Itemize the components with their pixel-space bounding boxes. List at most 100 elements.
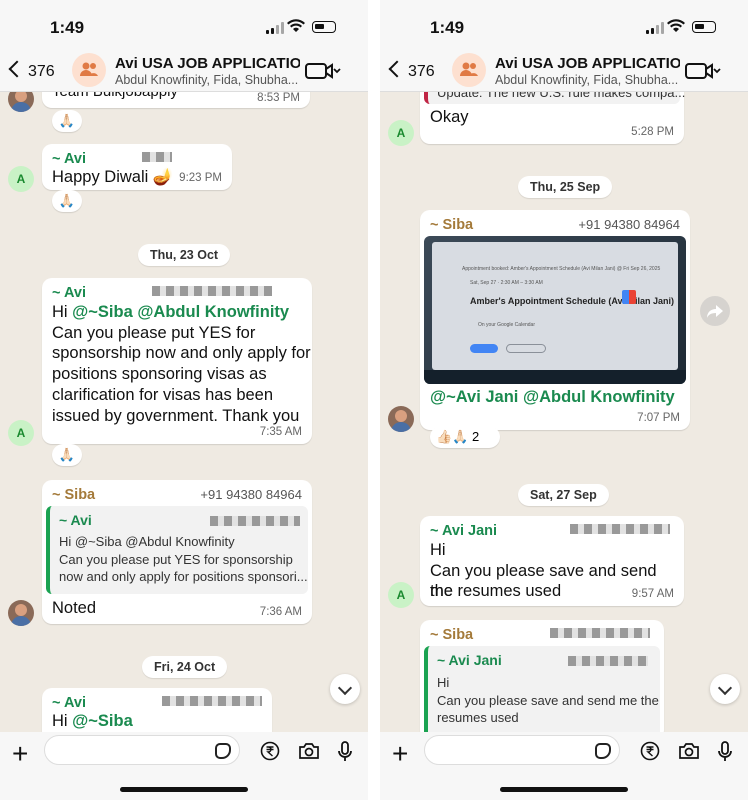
message-text: positions sponsoring visas as xyxy=(52,365,267,384)
group-members[interactable]: Abdul Knowfinity, Fida, Shubha... xyxy=(115,73,300,87)
mention[interactable]: @~Siba xyxy=(72,303,133,321)
sender-name[interactable]: ~ Siba xyxy=(52,487,95,503)
mic-icon[interactable] xyxy=(717,741,733,763)
mention[interactable]: @Abdul Knowfinity xyxy=(137,303,289,321)
reaction-badge[interactable]: 🙏🏻 xyxy=(52,444,82,466)
chat-area[interactable]: Update: The new U.S. rule makes compa...… xyxy=(380,92,748,732)
message-time: 7:36 AM xyxy=(259,606,302,618)
message-bubble[interactable]: Update: The new U.S. rule makes compa...… xyxy=(420,92,685,144)
group-title[interactable]: Avi USA JOB APPLICATIO... xyxy=(115,55,300,72)
quote-text: Update: The new U.S. rule makes compa... xyxy=(437,92,686,100)
sender-name[interactable]: ~ Avi xyxy=(52,151,86,167)
message-bubble[interactable]: ~ Avi Happy Diwali 🪔 9:23 PM xyxy=(42,144,232,190)
message-text: issued by government. Thank you xyxy=(52,406,300,425)
message-time: 7:35 AM xyxy=(259,426,302,438)
avatar[interactable]: A xyxy=(8,166,34,192)
message-bubble[interactable]: ~ Siba +91 94380 84964 Appointment booke… xyxy=(420,210,690,430)
group-members[interactable]: Abdul Knowfinity, Fida, Shubha... xyxy=(495,73,680,87)
mic-icon[interactable] xyxy=(337,741,353,763)
avatar[interactable] xyxy=(388,406,414,432)
composer-bar: + xyxy=(380,732,748,800)
avatar[interactable] xyxy=(8,92,34,112)
redacted-phone xyxy=(568,656,648,666)
unread-count[interactable]: 376 xyxy=(28,63,55,81)
message-time: 9:23 PM xyxy=(179,172,222,184)
quote-text: Can you please put YES for sponsorship xyxy=(59,551,293,567)
image-text: Sat, Sep 27 · 2:30 AM – 3:30 AM xyxy=(470,280,543,286)
sender-name[interactable]: ~ Avi xyxy=(52,695,86,711)
quote-text: Hi @~Siba @Abdul Knowfinity xyxy=(59,534,235,549)
plus-icon[interactable]: + xyxy=(392,740,408,768)
quoted-message[interactable]: ~ Avi Jani Hi Can you please save and se… xyxy=(424,646,660,732)
message-bubble[interactable]: ~ Siba +91 94380 84964 ~ Avi Hi @~Siba @… xyxy=(42,480,312,624)
quoted-message[interactable]: ~ Avi Hi @~Siba @Abdul Knowfinity Can yo… xyxy=(46,506,308,594)
chat-header: 376 Avi USA JOB APPLICATIO... Abdul Know… xyxy=(0,48,368,92)
reaction-badge[interactable]: 🙏🏻 xyxy=(52,190,82,212)
rupee-icon[interactable] xyxy=(640,741,660,761)
camera-icon[interactable] xyxy=(298,741,320,761)
image-attachment[interactable]: Appointment booked: Amber's Appointment … xyxy=(424,236,686,384)
camera-icon[interactable] xyxy=(678,741,700,761)
avatar[interactable] xyxy=(8,600,34,626)
redacted-phone xyxy=(152,286,272,296)
back-chevron-icon[interactable] xyxy=(388,60,402,78)
message-bubble[interactable]: ~ Avi Hi @~Siba @Abdul Knowfinity Can yo… xyxy=(42,278,312,444)
composer-bar: + xyxy=(0,732,368,800)
group-avatar-icon[interactable] xyxy=(72,53,106,87)
sender-name[interactable]: ~ Siba xyxy=(430,627,473,643)
message-bubble[interactable]: ~ Avi Jani Hi Can you please save and se… xyxy=(420,516,684,606)
sender-phone: +91 94380 84964 xyxy=(578,217,680,232)
rupee-icon[interactable] xyxy=(260,741,280,761)
battery-icon xyxy=(692,21,716,33)
message-input[interactable] xyxy=(44,735,240,765)
group-avatar-icon[interactable] xyxy=(452,53,486,87)
mention[interactable]: @Abdul Knowfinity xyxy=(523,388,675,406)
wifi-icon xyxy=(287,19,305,32)
video-call-icon[interactable] xyxy=(305,62,341,80)
sticker-icon[interactable] xyxy=(595,743,611,759)
plus-icon[interactable]: + xyxy=(12,740,28,768)
forward-icon[interactable] xyxy=(700,296,730,326)
message-text: the resumes used xyxy=(430,582,562,601)
message-text: Happy Diwali 🪔 xyxy=(52,168,174,186)
message-bubble[interactable]: ~ Avi Hi @~Siba xyxy=(42,688,272,732)
sender-name[interactable]: ~ Avi Jani xyxy=(430,523,497,539)
sticker-icon[interactable] xyxy=(215,743,231,759)
message-text: clarification for visas has been xyxy=(52,385,274,404)
sender-name[interactable]: ~ Siba xyxy=(430,217,473,233)
image-button xyxy=(470,344,498,353)
back-chevron-icon[interactable] xyxy=(8,60,22,78)
message-input[interactable] xyxy=(424,735,620,765)
image-button xyxy=(506,344,546,353)
video-call-icon[interactable] xyxy=(685,62,721,80)
quoted-message[interactable]: Update: The new U.S. rule makes compa... xyxy=(424,92,685,104)
chat-area[interactable]: Team Bulkjobapply 8:53 PM 🙏🏻 ~ Avi Happy… xyxy=(0,92,368,732)
status-time: 1:49 xyxy=(50,18,85,37)
message-time: 8:53 PM xyxy=(257,92,300,104)
scroll-down-icon[interactable] xyxy=(330,674,360,704)
scroll-down-icon[interactable] xyxy=(710,674,740,704)
redacted-phone xyxy=(142,152,172,162)
home-indicator xyxy=(120,787,248,792)
mention[interactable]: @~Avi Jani xyxy=(430,388,518,406)
message-bubble[interactable]: ~ Siba ~ Avi Jani Hi Can you please save… xyxy=(420,620,664,732)
sender-name[interactable]: ~ Avi xyxy=(52,285,86,301)
avatar[interactable]: A xyxy=(8,420,34,446)
reaction-badge[interactable]: 🙏🏻 xyxy=(52,110,82,132)
image-text: On your Google Calendar xyxy=(478,322,535,328)
mention[interactable]: @~Siba xyxy=(72,712,133,730)
unread-count[interactable]: 376 xyxy=(408,63,435,81)
separator xyxy=(368,0,380,800)
avatar[interactable]: A xyxy=(388,582,414,608)
date-separator: Thu, 25 Sep xyxy=(518,176,613,198)
group-title[interactable]: Avi USA JOB APPLICATIO... xyxy=(495,55,680,72)
message-text: Hi @~Siba @Abdul Knowfinity xyxy=(52,303,290,321)
message-text: Hi xyxy=(430,541,446,559)
message-bubble[interactable]: Team Bulkjobapply 8:53 PM xyxy=(42,92,310,108)
date-separator: Sat, 27 Sep xyxy=(518,484,609,506)
reaction-badge[interactable]: 👍🏻🙏🏻 2 xyxy=(430,426,500,448)
wifi-icon xyxy=(667,19,685,32)
avatar[interactable]: A xyxy=(388,120,414,146)
right-phone-screen: Update: The new U.S. rule makes compa...… xyxy=(380,0,748,800)
quote-sender: ~ Avi xyxy=(59,512,92,528)
